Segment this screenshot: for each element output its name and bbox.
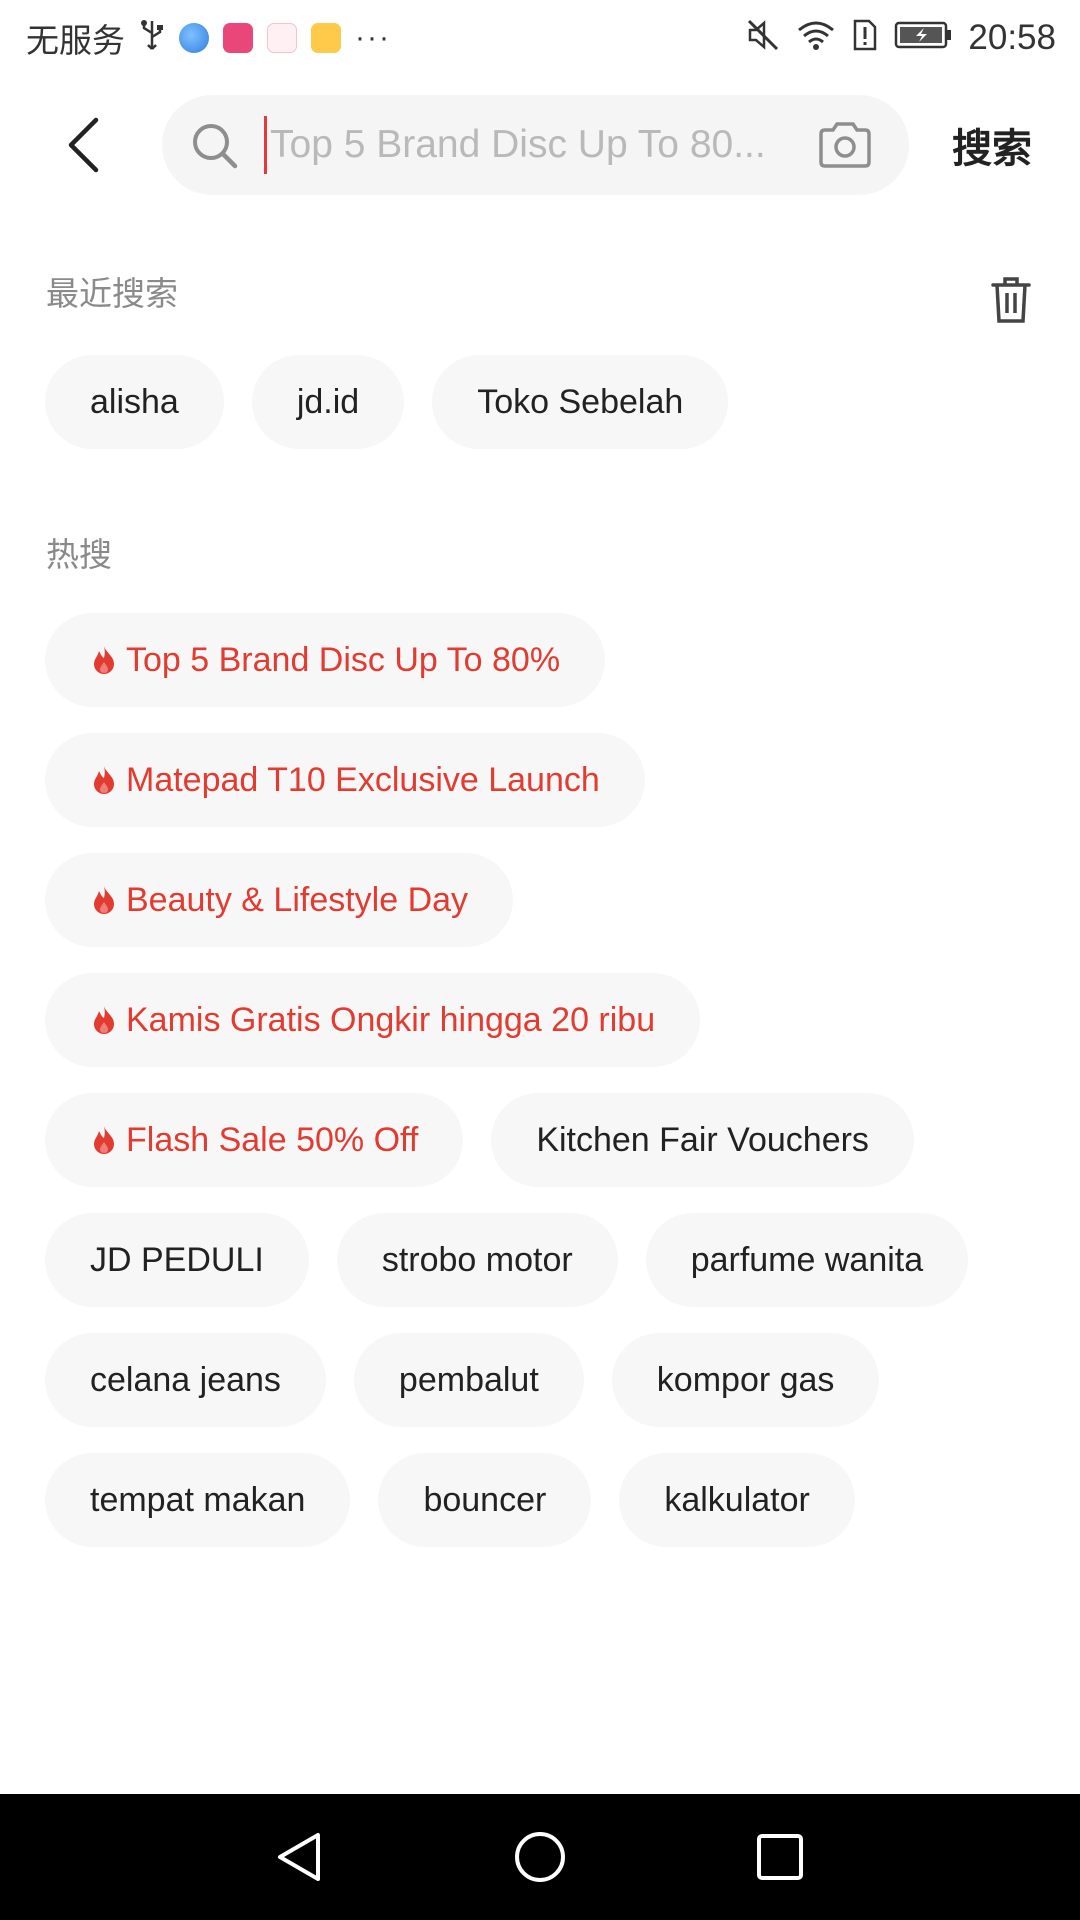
search-input[interactable] bbox=[270, 95, 790, 195]
store-app-icon bbox=[223, 22, 253, 53]
chip-label: Toko Sebelah bbox=[477, 382, 684, 421]
nav-recents-button[interactable] bbox=[752, 1829, 808, 1885]
chip-row: tempat makan bouncer kalkulator bbox=[45, 1453, 1045, 1547]
trending-search-chip[interactable]: celana jeans bbox=[45, 1333, 326, 1427]
trending-search-chip[interactable]: JD PEDULI bbox=[45, 1213, 309, 1307]
hot-search-chip[interactable]: Matepad T10 Exclusive Launch bbox=[45, 733, 645, 827]
chip-row: Flash Sale 50% Off Kitchen Fair Vouchers bbox=[45, 1093, 1045, 1187]
clock-text: 20:58 bbox=[968, 17, 1056, 57]
chip-label: alisha bbox=[90, 382, 179, 421]
text-cursor bbox=[264, 116, 267, 174]
recent-search-chip[interactable]: alisha bbox=[45, 355, 224, 449]
hot-searches-title: 热搜 bbox=[46, 535, 112, 574]
chip-label: pembalut bbox=[398, 1360, 539, 1399]
fm-app-icon bbox=[267, 22, 297, 53]
chip-label: tempat makan bbox=[90, 1480, 306, 1519]
trending-search-chip[interactable]: pembalut bbox=[353, 1333, 584, 1427]
nav-home-button[interactable] bbox=[512, 1829, 568, 1885]
mute-icon bbox=[746, 18, 780, 57]
more-notifications-icon: ··· bbox=[355, 20, 391, 54]
trending-search-chip[interactable]: kompor gas bbox=[611, 1333, 880, 1427]
trending-search-chip[interactable]: bouncer bbox=[378, 1453, 592, 1547]
wifi-icon bbox=[796, 18, 836, 57]
search-header: 搜索 bbox=[0, 95, 1080, 195]
recent-search-chip[interactable]: jd.id bbox=[251, 355, 405, 449]
chip-row: alisha jd.id Toko Sebelah bbox=[45, 355, 1045, 449]
chip-label: Matepad T10 Exclusive Launch bbox=[126, 760, 600, 799]
chip-label: bouncer bbox=[423, 1480, 547, 1519]
chip-label: JD PEDULI bbox=[90, 1240, 264, 1279]
chip-label: Flash Sale 50% Off bbox=[126, 1120, 419, 1159]
search-icon bbox=[190, 121, 240, 176]
camera-icon[interactable] bbox=[817, 120, 873, 175]
chip-label: jd.id bbox=[296, 382, 360, 421]
browser-app-icon bbox=[179, 22, 209, 53]
recent-searches-list: alisha jd.id Toko Sebelah bbox=[45, 355, 1045, 475]
hot-search-chip[interactable]: Kamis Gratis Ongkir hingga 20 ribu bbox=[45, 973, 701, 1067]
trending-search-chip[interactable]: kalkulator bbox=[619, 1453, 855, 1547]
chip-label: Top 5 Brand Disc Up To 80% bbox=[126, 640, 561, 679]
alert-sim-icon bbox=[852, 18, 878, 57]
home-circle-icon bbox=[515, 1832, 565, 1882]
recents-square-icon bbox=[757, 1834, 803, 1880]
status-right: 20:58 bbox=[746, 18, 1056, 58]
chip-label: strobo motor bbox=[381, 1240, 573, 1279]
search-screen: 无服务 ··· 20:58 Top 5 Brand Disc Up To 80.… bbox=[0, 0, 1080, 1920]
back-triangle-icon bbox=[278, 1833, 320, 1881]
chip-row: Kamis Gratis Ongkir hingga 20 ribu bbox=[45, 973, 1045, 1067]
hot-search-chip[interactable]: Top 5 Brand Disc Up To 80% bbox=[45, 613, 606, 707]
chip-label: kompor gas bbox=[656, 1360, 835, 1399]
chip-row: Matepad T10 Exclusive Launch bbox=[45, 733, 1045, 827]
chip-label: Kamis Gratis Ongkir hingga 20 ribu bbox=[126, 1000, 656, 1039]
recent-searches-title: 最近搜索 bbox=[46, 274, 178, 313]
mail-app-icon bbox=[311, 22, 341, 53]
chip-row: Top 5 Brand Disc Up To 80% bbox=[45, 613, 1045, 707]
hot-search-chip[interactable]: Flash Sale 50% Off bbox=[45, 1093, 464, 1187]
trending-search-chip[interactable]: Kitchen Fair Vouchers bbox=[491, 1093, 914, 1187]
fire-icon bbox=[90, 765, 118, 795]
recent-search-chip[interactable]: Toko Sebelah bbox=[432, 355, 729, 449]
trending-search-chip[interactable]: strobo motor bbox=[336, 1213, 618, 1307]
clear-history-button[interactable] bbox=[990, 275, 1032, 325]
chip-row: celana jeans pembalut kompor gas bbox=[45, 1333, 1045, 1427]
chip-label: parfume wanita bbox=[690, 1240, 924, 1279]
nav-back-button[interactable] bbox=[272, 1829, 328, 1885]
chip-label: Kitchen Fair Vouchers bbox=[536, 1120, 869, 1159]
fire-icon bbox=[90, 645, 118, 675]
trending-search-chip[interactable]: tempat makan bbox=[45, 1453, 351, 1547]
fire-icon bbox=[90, 1125, 118, 1155]
chevron-left-icon bbox=[68, 117, 99, 173]
chip-row: Beauty & Lifestyle Day bbox=[45, 853, 1045, 947]
usb-icon bbox=[139, 19, 165, 56]
search-submit-button[interactable]: 搜索 bbox=[952, 115, 1032, 175]
chip-row: JD PEDULI strobo motor parfume wanita bbox=[45, 1213, 1045, 1307]
trending-search-chip[interactable]: parfume wanita bbox=[645, 1213, 969, 1307]
back-button[interactable] bbox=[48, 113, 118, 177]
hot-searches-list: Top 5 Brand Disc Up To 80% Matepad T10 Ex… bbox=[45, 613, 1045, 1573]
chip-label: celana jeans bbox=[90, 1360, 281, 1399]
status-left: 无服务 ··· bbox=[26, 14, 391, 62]
battery-icon bbox=[894, 20, 952, 55]
fire-icon bbox=[90, 885, 118, 915]
fire-icon bbox=[90, 1005, 118, 1035]
trash-icon bbox=[991, 277, 1031, 323]
status-bar: 无服务 ··· 20:58 bbox=[0, 0, 1080, 75]
chip-label: kalkulator bbox=[664, 1480, 810, 1519]
carrier-text: 无服务 bbox=[26, 20, 125, 60]
chip-label: Beauty & Lifestyle Day bbox=[126, 880, 469, 919]
hot-search-chip[interactable]: Beauty & Lifestyle Day bbox=[45, 853, 514, 947]
search-box[interactable] bbox=[162, 95, 909, 195]
system-nav-bar bbox=[0, 1794, 1080, 1920]
